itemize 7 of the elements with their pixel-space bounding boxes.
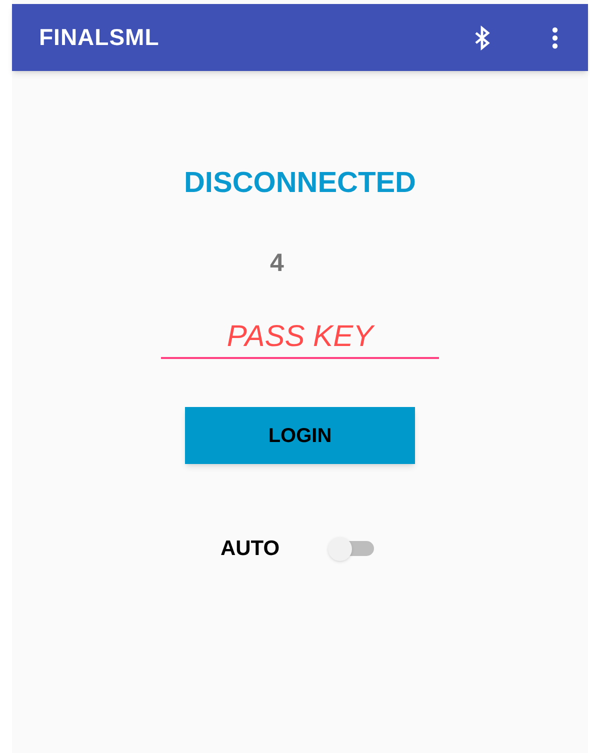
more-menu-icon[interactable] [551, 26, 559, 48]
connection-status: DISCONNECTED [184, 167, 416, 199]
count-text: 4 [270, 249, 284, 277]
login-button[interactable]: LOGIN [185, 407, 415, 464]
auto-label: AUTO [220, 536, 280, 562]
pass-key-field[interactable]: PASS KEY [161, 315, 439, 359]
app-title: FINALSML [39, 23, 160, 52]
